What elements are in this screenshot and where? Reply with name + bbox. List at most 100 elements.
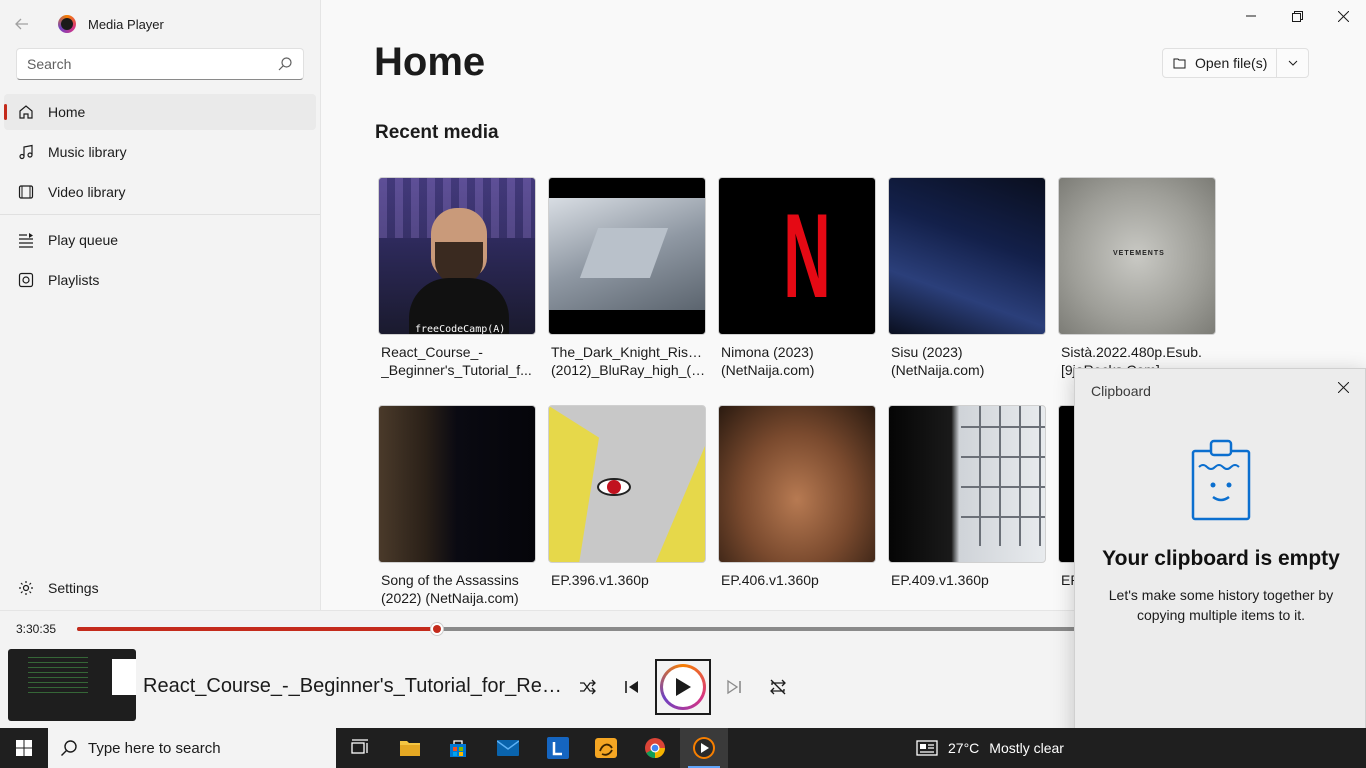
- sidebar: Media Player Home Music library Video li…: [0, 0, 321, 610]
- folder-icon: [400, 741, 420, 756]
- media-tile[interactable]: freeCodeCamp(A) React_Course_- _Beginner…: [378, 177, 538, 379]
- nav-divider: [0, 214, 320, 215]
- news-weather-icon: [916, 740, 938, 756]
- media-title: React_Course_- _Beginner's_Tutorial_f...: [381, 344, 532, 378]
- mail-icon: [497, 740, 519, 756]
- search-input[interactable]: [27, 56, 277, 72]
- seek-bar-thumb[interactable]: [430, 622, 444, 636]
- title-bar: Media Player: [0, 0, 321, 48]
- settings-label: Settings: [48, 580, 99, 596]
- mail-button[interactable]: [484, 728, 532, 768]
- settings-button[interactable]: Settings: [4, 570, 316, 606]
- media-title: EP.409.v1.360p: [891, 572, 989, 588]
- media-tile[interactable]: VETEMENTS Sistà.2022.480p.Esub. [9jaRock…: [1058, 177, 1218, 379]
- now-playing-title: React_Course_-_Beginner's_Tutorial_for_R…: [143, 675, 563, 697]
- media-thumbnail[interactable]: [718, 405, 876, 563]
- playlist-icon: [18, 272, 34, 288]
- repeat-off-icon: [770, 679, 786, 695]
- store-icon: [450, 740, 466, 757]
- task-view-button[interactable]: [336, 728, 384, 768]
- media-tile[interactable]: The_Dark_Knight_Rises_ (2012)_BluRay_hig…: [548, 177, 708, 379]
- chrome-button[interactable]: [631, 728, 679, 768]
- nav-label: Home: [48, 104, 86, 120]
- play-pause-button[interactable]: [655, 659, 711, 715]
- media-title: EP.406.v1.360p: [721, 572, 819, 588]
- media-tile[interactable]: EP.406.v1.360p: [718, 405, 878, 589]
- nav-label: Video library: [48, 184, 126, 200]
- clipboard-close-button[interactable]: [1335, 379, 1351, 395]
- media-tile[interactable]: N Nimona (2023) (NetNaija.com): [718, 177, 878, 379]
- chevron-down-icon: [1288, 60, 1297, 66]
- media-thumbnail[interactable]: [888, 177, 1046, 335]
- shuffle-icon: [580, 679, 596, 695]
- nav-label: Playlists: [48, 272, 100, 288]
- nav-top: Home Music library Video library: [4, 94, 316, 214]
- file-explorer-button[interactable]: [386, 728, 434, 768]
- open-files-button[interactable]: Open file(s): [1163, 49, 1277, 77]
- home-icon: [19, 105, 33, 119]
- section-title: Recent media: [375, 122, 499, 143]
- open-files-dropdown[interactable]: [1277, 60, 1308, 66]
- l-app-icon: [547, 737, 569, 759]
- open-files-label: Open file(s): [1195, 55, 1268, 71]
- media-tile[interactable]: Sisu (2023) (NetNaija.com): [888, 177, 1048, 379]
- media-thumbnail[interactable]: [378, 405, 536, 563]
- media-player-logo-icon: [58, 15, 76, 33]
- media-tile[interactable]: Song of the Assassins (2022) (NetNaija.c…: [378, 405, 538, 607]
- elapsed-time: 3:30:35: [16, 622, 57, 636]
- media-thumbnail[interactable]: [548, 177, 706, 335]
- media-title: Nimona (2023) (NetNaija.com): [721, 344, 815, 378]
- l-app-button[interactable]: [534, 728, 582, 768]
- nav-item-video-library[interactable]: Video library: [4, 174, 316, 210]
- now-playing-thumbnail[interactable]: [8, 649, 136, 721]
- open-files-split-button[interactable]: Open file(s): [1162, 48, 1309, 78]
- page-title: Home: [374, 40, 486, 84]
- media-thumbnail[interactable]: [888, 405, 1046, 563]
- search-icon: [61, 740, 77, 756]
- nav-label: Play queue: [48, 232, 119, 248]
- microsoft-store-button[interactable]: [434, 728, 482, 768]
- nav-item-music-library[interactable]: Music library: [4, 134, 316, 170]
- search-icon[interactable]: [277, 56, 293, 72]
- seek-bar[interactable]: [77, 622, 1077, 636]
- weather-condition: Mostly clear: [989, 740, 1064, 756]
- media-player-taskbar-button[interactable]: [680, 728, 728, 768]
- clipboard-title: Clipboard: [1091, 383, 1151, 399]
- nav-label: Music library: [48, 144, 127, 160]
- search-box[interactable]: [16, 48, 304, 80]
- close-icon: [1337, 381, 1349, 393]
- windows-logo-icon: [16, 740, 32, 756]
- pinned-app-button[interactable]: [582, 728, 630, 768]
- taskbar-search-box[interactable]: Type here to search: [48, 728, 336, 768]
- previous-button[interactable]: [616, 671, 648, 703]
- clipboard-heading: Your clipboard is empty: [1102, 547, 1340, 570]
- media-thumbnail[interactable]: VETEMENTS: [1058, 177, 1216, 335]
- media-tile[interactable]: EP.409.v1.360p: [888, 405, 1048, 589]
- taskbar-search-label: Type here to search: [88, 739, 221, 757]
- task-view-icon: [351, 739, 368, 754]
- media-thumbnail[interactable]: freeCodeCamp(A): [378, 177, 536, 335]
- media-title: Sisu (2023) (NetNaija.com): [891, 344, 985, 378]
- media-thumbnail[interactable]: [548, 405, 706, 563]
- skip-previous-icon: [625, 681, 638, 693]
- shuffle-button[interactable]: [572, 671, 604, 703]
- play-queue-icon: [19, 233, 33, 248]
- next-button[interactable]: [718, 671, 750, 703]
- back-button[interactable]: [0, 0, 44, 48]
- media-title: The_Dark_Knight_Rises_ (2012)_BluRay_hig…: [551, 344, 706, 378]
- nav-bottom: Play queue Playlists: [4, 222, 316, 302]
- media-thumbnail[interactable]: N: [718, 177, 876, 335]
- netflix-logo: N: [783, 189, 831, 323]
- weather-widget[interactable]: 27°C Mostly clear: [916, 728, 1064, 768]
- skip-next-icon: [727, 679, 741, 695]
- start-button[interactable]: [0, 728, 48, 768]
- nav-item-home[interactable]: Home: [4, 94, 316, 130]
- media-title: EP.396.v1.360p: [551, 572, 649, 588]
- repeat-button[interactable]: [762, 671, 794, 703]
- back-arrow-icon: [15, 18, 28, 30]
- media-tile[interactable]: EP.396.v1.360p: [548, 405, 708, 589]
- clipboard-panel: Clipboard Your clipboard is empty Let's …: [1074, 368, 1366, 760]
- nav-item-playlists[interactable]: Playlists: [4, 262, 316, 298]
- play-icon: [676, 678, 691, 696]
- nav-item-play-queue[interactable]: Play queue: [4, 222, 316, 258]
